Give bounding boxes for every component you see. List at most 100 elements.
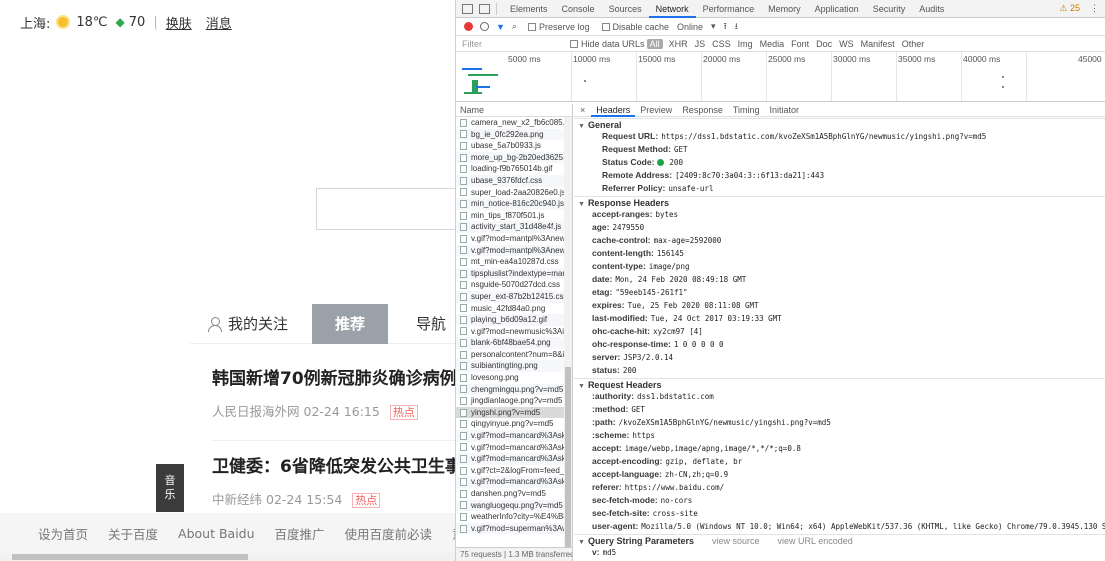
request-row[interactable]: bg_ie_0fc292ea.png bbox=[456, 128, 564, 141]
filter-all[interactable]: All bbox=[646, 38, 663, 49]
network-overview-timeline[interactable]: 5000 ms 10000 ms 15000 ms 20000 ms 25000… bbox=[456, 52, 1105, 102]
tab-my-follow[interactable]: 我的关注 bbox=[190, 313, 312, 334]
tab-recommend[interactable]: 推荐 bbox=[312, 303, 388, 344]
throttling-select[interactable]: Online bbox=[677, 22, 703, 32]
view-url-encoded-link[interactable]: view URL encoded bbox=[778, 536, 853, 546]
request-row[interactable]: wangluogequ.png?v=md5 bbox=[456, 499, 564, 512]
request-row[interactable]: ubase_9376fdcf.css bbox=[456, 174, 564, 187]
request-row[interactable]: activity_start_31d48e4f.js bbox=[456, 221, 564, 233]
request-row[interactable]: v.gif?mod=mancard%3Askelet bbox=[456, 476, 564, 488]
tab-memory[interactable]: Memory bbox=[761, 0, 808, 18]
device-toolbar-icon[interactable] bbox=[479, 3, 490, 14]
chevron-down-icon[interactable]: ▾ bbox=[711, 21, 716, 32]
request-row[interactable]: more_up_bg-2b20ed3625.png bbox=[456, 151, 564, 164]
request-row[interactable]: min_tips_f870f501.js bbox=[456, 210, 564, 222]
footer-link[interactable]: About Baidu bbox=[178, 526, 255, 541]
request-row[interactable]: personalcontent?num=8&ind bbox=[456, 349, 564, 361]
request-row[interactable]: min_notice-816c20c940.js bbox=[456, 198, 564, 210]
skin-link[interactable]: 换肤 bbox=[166, 13, 192, 32]
request-row[interactable]: camera_new_x2_fb6c085.png bbox=[456, 117, 564, 129]
disable-cache-checkbox[interactable] bbox=[601, 22, 610, 31]
request-row[interactable]: v.gif?mod=mancard%3Askelet bbox=[456, 430, 564, 442]
export-har-icon[interactable]: ⭳ bbox=[735, 19, 738, 35]
preserve-log-checkbox[interactable] bbox=[527, 22, 536, 31]
request-row[interactable]: v.gif?ct=2&logFrom=feed_ind bbox=[456, 465, 564, 477]
search-input[interactable] bbox=[316, 188, 455, 230]
tab-navigation[interactable]: 导航 bbox=[388, 313, 446, 334]
filter-type[interactable]: XHR bbox=[669, 39, 688, 49]
horizontal-scrollbar[interactable] bbox=[0, 553, 455, 561]
footer-link[interactable]: 设为首页 bbox=[38, 524, 88, 543]
filter-type[interactable]: Media bbox=[760, 39, 785, 49]
news-item[interactable]: 韩国新增70例新冠肺炎确诊病例 人民日报海外网 02-24 16:15 热点 bbox=[212, 364, 455, 420]
request-row[interactable]: suibiantingting.png bbox=[456, 360, 564, 373]
footer-link[interactable]: 使用百度前必读 bbox=[345, 524, 433, 543]
scrollbar-thumb[interactable] bbox=[12, 554, 248, 560]
request-row[interactable]: v.gif?mod=mancard%3Askelet bbox=[456, 442, 564, 454]
tab-preview[interactable]: Preview bbox=[635, 104, 677, 117]
tab-sources[interactable]: Sources bbox=[602, 0, 649, 18]
request-row[interactable]: nsguide-5070d27dcd.css bbox=[456, 279, 564, 291]
filter-type[interactable]: CSS bbox=[712, 39, 731, 49]
tab-audits[interactable]: Audits bbox=[912, 0, 951, 18]
request-row[interactable]: loading-f9b765014b.gif bbox=[456, 163, 564, 175]
filter-type[interactable]: Other bbox=[902, 39, 925, 49]
tab-timing[interactable]: Timing bbox=[728, 104, 765, 117]
clear-icon[interactable] bbox=[480, 22, 489, 31]
response-headers-toggle[interactable]: ▼ Response Headers bbox=[574, 196, 1105, 208]
tab-security[interactable]: Security bbox=[866, 0, 913, 18]
filter-type[interactable]: Doc bbox=[816, 39, 832, 49]
request-row[interactable]: lovesong.png bbox=[456, 372, 564, 384]
tab-application[interactable]: Application bbox=[808, 0, 866, 18]
news-item[interactable]: 卫健委：6省降低突发公共卫生事件响应级别 中新经纬 02-24 15:54 热点 bbox=[212, 452, 455, 508]
filter-type[interactable]: Manifest bbox=[861, 39, 895, 49]
request-row[interactable]: qingyinyue.png?v=md5 bbox=[456, 418, 564, 430]
filter-type[interactable]: Font bbox=[791, 39, 809, 49]
request-row[interactable]: v.gif?mod=newmusic%3Ainde bbox=[456, 326, 564, 338]
view-source-link[interactable]: view source bbox=[712, 536, 760, 546]
tab-elements[interactable]: Elements bbox=[503, 0, 555, 18]
request-row[interactable]: danshen.png?v=md5 bbox=[456, 488, 564, 500]
filter-type[interactable]: Img bbox=[738, 39, 753, 49]
tab-headers[interactable]: Headers bbox=[591, 104, 636, 117]
search-icon[interactable]: ⌕ bbox=[512, 21, 517, 32]
close-icon[interactable]: × bbox=[574, 105, 591, 115]
request-row[interactable]: blank-6bf48bae54.png bbox=[456, 337, 564, 349]
request-list-scrollbar[interactable] bbox=[564, 117, 572, 547]
record-icon[interactable] bbox=[464, 22, 473, 31]
tab-performance[interactable]: Performance bbox=[696, 0, 762, 18]
filter-type[interactable]: JS bbox=[695, 39, 706, 49]
messages-link[interactable]: 消息 bbox=[206, 13, 232, 32]
request-row[interactable]: chengmingqu.png?v=md5 bbox=[456, 383, 564, 396]
tab-network[interactable]: Network bbox=[648, 0, 696, 18]
filter-icon[interactable]: ▼ bbox=[496, 22, 505, 32]
request-row[interactable]: jingdianlaoge.png?v=md5 bbox=[456, 395, 564, 407]
request-row[interactable]: super_ext-87b2b12415.css bbox=[456, 290, 564, 303]
music-button[interactable]: 音 乐 bbox=[156, 464, 184, 512]
request-row[interactable]: playing_b6d09a12.gif bbox=[456, 314, 564, 326]
hide-data-urls-checkbox[interactable] bbox=[570, 39, 578, 48]
request-headers-toggle[interactable]: ▼ Request Headers bbox=[574, 378, 1105, 390]
request-row[interactable]: v.gif?mod=superman%3Awea bbox=[456, 522, 564, 535]
request-row[interactable]: mt_min-ea4a10287d.css bbox=[456, 256, 564, 268]
name-column-header[interactable]: Name bbox=[456, 104, 572, 117]
request-row[interactable]: ubase_5a7b0933.js bbox=[456, 140, 564, 152]
scrollbar-thumb[interactable] bbox=[565, 367, 571, 547]
tab-console[interactable]: Console bbox=[555, 0, 602, 18]
request-row[interactable]: tipspluslist?indextype=manht bbox=[456, 267, 564, 280]
news-title[interactable]: 卫健委：6省降低突发公共卫生事件响应级别 bbox=[212, 452, 455, 477]
news-title[interactable]: 韩国新增70例新冠肺炎确诊病例 bbox=[212, 364, 455, 389]
request-row[interactable]: super_load-2aa20826e0.js bbox=[456, 187, 564, 199]
request-row[interactable]: yingshi.png?v=md5 bbox=[456, 406, 564, 419]
request-row[interactable]: v.gif?mod=mancard%3Askelet bbox=[456, 453, 564, 465]
request-row[interactable]: v.gif?mod=mantpl%3Anews& bbox=[456, 233, 564, 245]
query-params-toggle[interactable]: ▼ Query String Parameters view source view … bbox=[574, 534, 1105, 546]
request-row[interactable]: v.gif?mod=mantpl%3Anews& bbox=[456, 244, 564, 257]
tab-response[interactable]: Response bbox=[677, 104, 728, 117]
more-options-icon[interactable]: ⋮ bbox=[1084, 3, 1105, 14]
general-section-toggle[interactable]: ▼ General bbox=[574, 118, 1105, 130]
warning-badge[interactable]: ⚠ 25 bbox=[1059, 3, 1084, 14]
import-har-icon[interactable]: ⭱ bbox=[724, 19, 727, 35]
tab-initiator[interactable]: Initiator bbox=[765, 104, 805, 117]
filter-type[interactable]: WS bbox=[839, 39, 854, 49]
